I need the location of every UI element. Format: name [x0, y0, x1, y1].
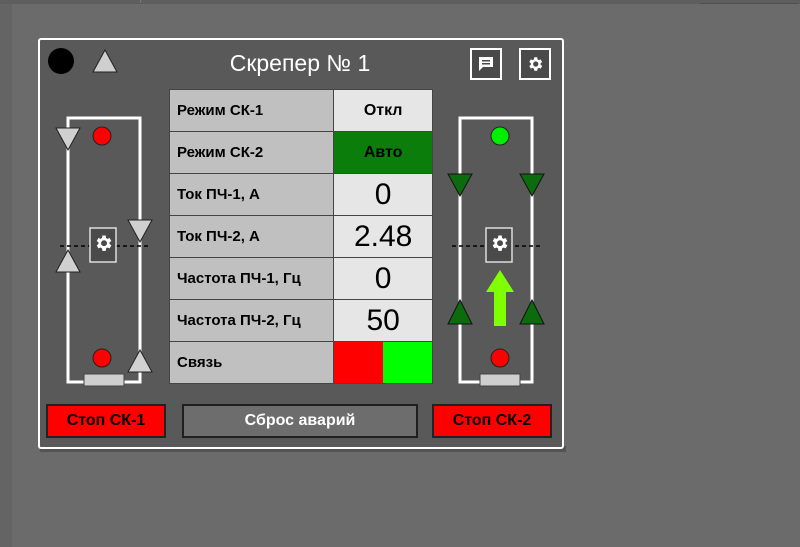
param-value: 0 — [333, 173, 433, 216]
messages-button[interactable] — [470, 48, 502, 80]
table-row: Частота ПЧ-2, Гц 50 — [168, 299, 433, 342]
top-border — [0, 0, 800, 4]
settings-button[interactable] — [519, 48, 551, 80]
param-label: Частота ПЧ-1, Гц — [168, 257, 335, 300]
stop-sk2-button[interactable]: Стоп СК-2 — [432, 404, 552, 438]
connection-status-indicator — [48, 48, 74, 74]
reset-alarms-button[interactable]: Сброс аварий — [182, 404, 418, 438]
sk1-triangle-up-icon — [55, 248, 81, 273]
param-value[interactable]: Откл — [333, 89, 433, 132]
sk2-triangle-down-icon — [447, 173, 473, 198]
table-row: Ток ПЧ-2, А 2.48 — [168, 215, 433, 258]
scraper-panel: Скрепер № 1 Режим СК-1 Откл Режим СК-2 А… — [38, 38, 564, 449]
sk1-triangle-down-icon — [127, 219, 153, 244]
param-label: Режим СК-2 — [168, 131, 335, 174]
sk2-triangle-up-icon — [519, 298, 545, 325]
table-row: Связь — [168, 341, 433, 384]
sk2-diagram — [447, 116, 545, 387]
param-value: 50 — [333, 299, 433, 342]
param-value: 0 — [333, 257, 433, 300]
table-row: Частота ПЧ-1, Гц 0 — [168, 257, 433, 300]
param-value: 2.48 — [333, 215, 433, 258]
link-status-2 — [383, 342, 432, 383]
arrow-up-icon — [486, 270, 514, 326]
sk2-triangle-up-icon — [447, 298, 473, 325]
sk1-triangle-down-icon — [55, 127, 81, 152]
table-row: Режим СК-2 Авто — [168, 131, 433, 174]
param-value[interactable]: Авто — [333, 131, 433, 174]
panel-title: Скрепер № 1 — [229, 50, 371, 76]
param-label: Ток ПЧ-1, А — [168, 173, 335, 216]
sk2-top-lamp — [490, 126, 510, 146]
sk2-triangle-down-icon — [519, 173, 545, 198]
table-row: Ток ПЧ-1, А 0 — [168, 173, 433, 216]
sk1-base — [83, 373, 125, 387]
param-label: Связь — [168, 341, 335, 384]
warning-triangle-icon[interactable] — [92, 49, 118, 73]
param-label: Режим СК-1 — [168, 89, 335, 132]
link-status — [333, 341, 433, 384]
message-icon — [479, 57, 493, 71]
parameter-table: Режим СК-1 Откл Режим СК-2 Авто Ток ПЧ-1… — [168, 89, 433, 384]
sk2-drive-button[interactable] — [485, 227, 513, 263]
stop-sk1-button[interactable]: Стоп СК-1 — [46, 404, 166, 438]
table-row: Режим СК-1 Откл — [168, 89, 433, 132]
link-status-1 — [334, 342, 384, 383]
sk1-bottom-lamp — [92, 348, 112, 368]
sk1-diagram — [55, 116, 153, 387]
param-label: Ток ПЧ-2, А — [168, 215, 335, 258]
sk1-top-lamp — [92, 126, 112, 146]
param-label: Частота ПЧ-2, Гц — [168, 299, 335, 342]
sk1-drive-button[interactable] — [89, 227, 117, 263]
sk2-base — [479, 373, 521, 387]
sk2-bottom-lamp — [490, 348, 510, 368]
gear-icon — [529, 57, 543, 71]
sk1-triangle-up-icon — [127, 348, 153, 373]
background-strip — [0, 0, 12, 547]
